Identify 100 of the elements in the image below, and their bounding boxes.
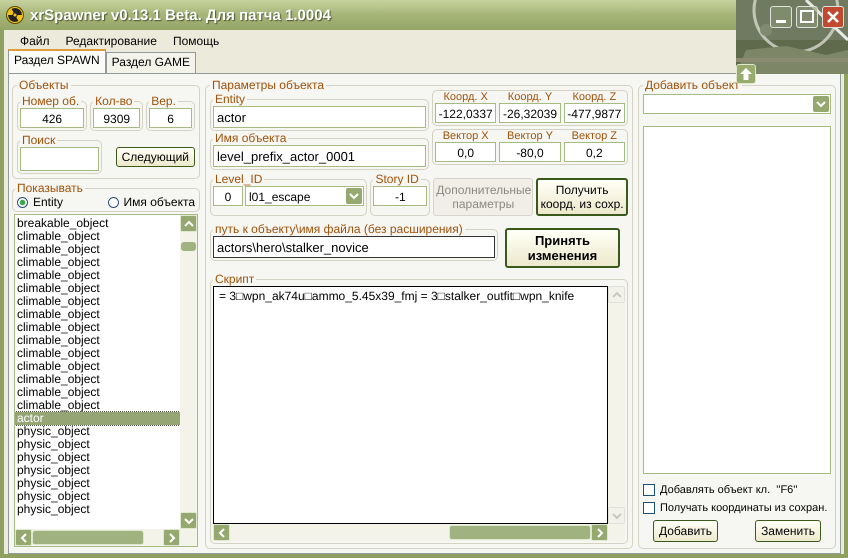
- window-title: xrSpawner v0.13.1 Beta. Для патча 1.0004: [30, 6, 331, 24]
- field-label: Вер.: [150, 94, 177, 108]
- object-dropdown[interactable]: [643, 94, 831, 114]
- group-label: Объекты: [18, 78, 70, 92]
- field-label: путь к объекту\имя файла (без расширения): [214, 222, 464, 236]
- checkbox-option[interactable]: Получать координаты из сохран.: [643, 502, 831, 514]
- radiation-icon: [6, 6, 24, 24]
- checkbox-option[interactable]: Добавлять объект кл. ''F6'': [643, 484, 831, 496]
- radio-option[interactable]: Entity: [17, 195, 64, 209]
- minimize-button[interactable]: [770, 6, 792, 28]
- counter-field[interactable]: 426: [20, 108, 84, 128]
- list-item[interactable]: climable_object: [15, 360, 180, 373]
- action-button[interactable]: Заменить: [755, 520, 821, 542]
- field-label: Вектор Z: [570, 130, 618, 142]
- list-item[interactable]: climable_object: [15, 282, 180, 295]
- object-name-field[interactable]: level_prefix_actor_0001: [213, 145, 426, 167]
- search-field[interactable]: [20, 147, 99, 171]
- list-item[interactable]: climable_object: [15, 308, 180, 321]
- list-item[interactable]: physic_object: [15, 451, 180, 464]
- list-item[interactable]: physic_object: [15, 438, 180, 451]
- scroll-left-button[interactable]: [213, 524, 230, 541]
- caret-right-icon: [168, 532, 176, 542]
- script-field[interactable]: = 3□wpn_ak74u□ammo_5.45x39_fmj = 3□stalker_outfit□wpn_knife: [213, 286, 608, 524]
- list-item[interactable]: physic_object: [15, 425, 180, 438]
- counter-field[interactable]: 6: [149, 108, 192, 128]
- scroll-left-button[interactable]: [15, 529, 32, 546]
- coordinate-field[interactable]: -477,9877: [564, 103, 625, 123]
- action-button[interactable]: Добавить: [653, 520, 718, 542]
- list-item[interactable]: climable_object: [15, 347, 180, 360]
- entity-field[interactable]: actor: [213, 106, 426, 128]
- field-label: Имя объекта: [214, 131, 288, 145]
- field-label: Кол-во: [94, 94, 134, 108]
- scroll-right-button[interactable]: [591, 524, 608, 541]
- close-button[interactable]: [822, 6, 844, 28]
- counter-field[interactable]: 9309: [93, 108, 140, 128]
- list-item[interactable]: climable_object: [15, 256, 180, 269]
- menu-item[interactable]: Помощь: [164, 34, 228, 48]
- field-label: Скрипт: [214, 272, 256, 286]
- vector-field[interactable]: 0,2: [564, 142, 625, 162]
- scroll-up-button[interactable]: [180, 215, 197, 232]
- group-label: Добавить объект: [644, 78, 741, 92]
- scroll-down-button[interactable]: [180, 512, 197, 529]
- menu-item[interactable]: Редактирование: [58, 34, 165, 48]
- caret-left-icon: [218, 528, 226, 538]
- field-label: Entity: [214, 92, 246, 106]
- scroll-thumb[interactable]: [181, 242, 196, 251]
- group-label: Показывать: [16, 181, 84, 195]
- caret-up-icon: [184, 220, 194, 228]
- list-item[interactable]: climable_object: [15, 386, 180, 399]
- coordinate-field[interactable]: -26,32039: [499, 103, 561, 123]
- scroll-up-button[interactable]: [608, 286, 625, 303]
- field-label: Номер об.: [21, 94, 80, 108]
- up-arrow-button[interactable]: [736, 64, 756, 84]
- tab[interactable]: Раздел SPAWN: [8, 49, 106, 73]
- get-coordinates-button[interactable]: Получить коорд. из сохр.: [536, 178, 628, 216]
- list-item[interactable]: climable_object: [15, 295, 180, 308]
- field-label: Level_ID: [214, 172, 264, 186]
- field-label: Story ID: [374, 172, 420, 186]
- field-label: Коорд. Z: [571, 91, 618, 103]
- field-label: Вектор X: [442, 130, 490, 142]
- tab[interactable]: Раздел GAME: [106, 52, 196, 73]
- caret-up-icon: [612, 290, 622, 298]
- list-item[interactable]: physic_object: [15, 477, 180, 490]
- field-label: Коорд. X: [442, 91, 489, 103]
- scroll-right-button[interactable]: [163, 529, 180, 546]
- list-item[interactable]: physic_object: [15, 464, 180, 477]
- path-field[interactable]: actors\hero\stalker_novice: [213, 236, 495, 258]
- list-item[interactable]: physic_object: [15, 490, 180, 503]
- maximize-button[interactable]: [796, 6, 818, 28]
- caret-left-icon: [20, 532, 28, 542]
- list-item[interactable]: climable_object: [15, 269, 180, 282]
- list-item[interactable]: climable_object: [15, 334, 180, 347]
- story-id-field[interactable]: -1: [373, 186, 428, 206]
- caret-right-icon: [596, 528, 604, 538]
- radio-option[interactable]: Имя объекта: [108, 195, 195, 209]
- list-item[interactable]: physic_object: [15, 503, 180, 516]
- coordinate-field[interactable]: -122,0337: [435, 103, 496, 123]
- caret-down-icon: [184, 516, 194, 524]
- list-item[interactable]: climable_object: [15, 243, 180, 256]
- scroll-thumb[interactable]: [449, 525, 591, 540]
- field-label: Вектор Y: [506, 130, 554, 142]
- vector-field[interactable]: 0,0: [435, 142, 496, 162]
- list-item[interactable]: climable_object: [15, 321, 180, 334]
- scroll-down-button[interactable]: [608, 507, 625, 524]
- caret-down-icon: [612, 512, 622, 520]
- scroll-thumb[interactable]: [32, 530, 144, 545]
- level-number-field[interactable]: 0: [213, 186, 243, 206]
- menu-item[interactable]: Файл: [12, 34, 58, 48]
- minimize-icon: [776, 20, 786, 23]
- list-item[interactable]: climable_object: [15, 399, 180, 412]
- list-item[interactable]: climable_object: [15, 373, 180, 386]
- apply-changes-button[interactable]: Принять изменения: [505, 228, 620, 268]
- vector-field[interactable]: -80,0: [499, 142, 561, 162]
- up-arrow-icon: [739, 67, 753, 81]
- group-label: Параметры объекта: [211, 78, 326, 92]
- list-item[interactable]: breakable_object: [15, 217, 180, 230]
- field-label: Поиск: [21, 133, 56, 147]
- next-button[interactable]: Следующий: [116, 147, 195, 167]
- list-item[interactable]: climable_object: [15, 230, 180, 243]
- level-dropdown[interactable]: l01_escape: [245, 186, 364, 206]
